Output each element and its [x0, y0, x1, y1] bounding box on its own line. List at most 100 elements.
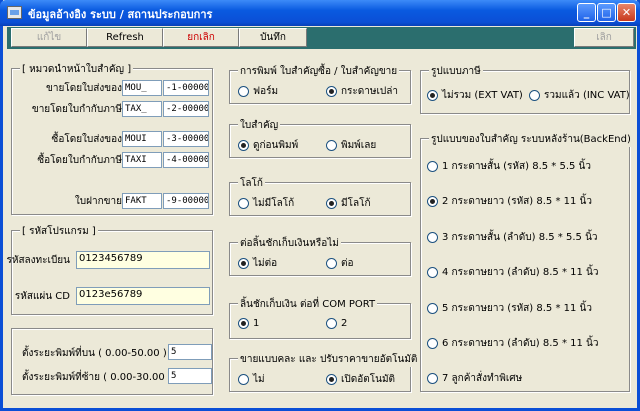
sales-delivery-code-field[interactable]: MOU_ — [122, 80, 162, 96]
drawer-no-radio[interactable]: ไม่ต่อ — [238, 256, 277, 271]
backend-format-1-radio-dot[interactable] — [427, 161, 438, 172]
purchase-delivery-number-field[interactable]: -3-000001 — [163, 131, 209, 147]
no-logo-radio[interactable]: ไม่มีโลโก้ — [238, 196, 294, 211]
print-document-group: การพิมพ์ ใบสำคัญซื้อ / ใบสำคัญขาย ฟอร์ม … — [229, 64, 411, 104]
save-button[interactable]: บันทึก — [239, 28, 307, 47]
print-immediately-radio[interactable]: พิมพ์เลย — [326, 138, 376, 153]
print-form-radio-dot[interactable] — [238, 86, 249, 97]
with-logo-label: มีโลโก้ — [341, 198, 371, 209]
backend-format-4-label: 4 กระดาษยาว (ลำดับ) 8.5 * 11 นิ้ว — [442, 267, 599, 278]
purchase-delivery-label: ซื้อโดยใบส่งของ — [51, 134, 122, 145]
print-form-radio[interactable]: ฟอร์ม — [238, 84, 278, 99]
registration-code-field[interactable]: 0123456789 — [76, 251, 210, 269]
purchase-tax-code-field[interactable]: TAXI — [122, 152, 162, 168]
backend-format-3-radio-dot[interactable] — [427, 232, 438, 243]
with-logo-radio-dot[interactable] — [326, 198, 337, 209]
top-margin-field[interactable]: 5 — [168, 344, 212, 360]
backend-format-2-radio-dot[interactable] — [427, 196, 438, 207]
backend-format-7-radio-dot[interactable] — [427, 373, 438, 384]
auto-price-off-radio-dot[interactable] — [238, 374, 249, 385]
print-immediately-label: พิมพ์เลย — [341, 140, 377, 151]
left-margin-label: ตั้งระยะพิมพ์ที่ซ้าย ( 0.00-30.00 ) — [22, 372, 172, 383]
purchase-delivery-code-field[interactable]: MOUI — [122, 131, 162, 147]
com-port-2-radio-dot[interactable] — [326, 318, 337, 329]
backend-format-6-radio-dot[interactable] — [427, 338, 438, 349]
drawer-yes-label: ต่อ — [341, 258, 354, 269]
backend-format-5-radio[interactable]: 5 กระดาษยาว (รหัส) 8.5 * 11 นิ้ว — [427, 301, 592, 316]
minimize-button[interactable]: _ — [577, 3, 596, 22]
drawer-no-radio-dot[interactable] — [238, 258, 249, 269]
edit-button[interactable]: แก้ไข — [11, 28, 87, 47]
voucher-group-title: ใบสำคัญ — [238, 118, 281, 133]
refresh-button[interactable]: Refresh — [87, 28, 163, 47]
com-port-2-radio[interactable]: 2 — [326, 318, 347, 329]
cd-code-field[interactable]: 0123e56789 — [76, 287, 210, 305]
cancel-button[interactable]: ยกเลิก — [163, 28, 239, 47]
cd-code-label: รหัสแผ่น CD — [14, 291, 70, 302]
backend-format-7-label: 7 ลูกค้าสั่งทำพิเศษ — [442, 373, 523, 384]
program-code-group-title: [ รหัสโปรแกรม ] — [20, 224, 98, 239]
backend-format-6-radio[interactable]: 6 กระดาษยาว (ลำดับ) 8.5 * 11 นิ้ว — [427, 336, 599, 351]
no-logo-radio-dot[interactable] — [238, 198, 249, 209]
com-port-2-label: 2 — [341, 318, 348, 329]
auto-price-on-radio[interactable]: เปิดอัตโนมัติ — [326, 372, 395, 387]
sales-delivery-label: ขายโดยใบส่งของ — [46, 83, 122, 94]
auto-price-on-label: เปิดอัตโนมัติ — [341, 374, 396, 385]
window-title: ข้อมูลอ้างอิง ระบบ / สถานประกอบการ — [28, 8, 213, 21]
consignment-label: ใบฝากขาย — [74, 196, 122, 207]
backend-format-7-radio[interactable]: 7 ลูกค้าสั่งทำพิเศษ — [427, 371, 522, 386]
com-port-group: ลิ้นชักเก็บเงิน ต่อที่ COM PORT 1 2 — [229, 297, 411, 339]
tax-group: รูปแบบภาษี ไม่รวม (EXT VAT) รวมแล้ว (INC… — [420, 64, 630, 114]
tax-exclusive-radio[interactable]: ไม่รวม (EXT VAT) — [427, 88, 523, 103]
with-logo-radio[interactable]: มีโลโก้ — [326, 196, 371, 211]
sales-tax-number-field[interactable]: -2-000001 — [163, 101, 209, 117]
toolbar: แก้ไข Refresh ยกเลิก บันทึก เลิก — [7, 27, 636, 49]
backend-format-group-title: รูปแบบของใบสำคัญ ระบบหลังร้าน(BackEnd) — [429, 132, 633, 147]
title-bar[interactable]: ข้อมูลอ้างอิง ระบบ / สถานประกอบการ _ □ ✕ — [0, 0, 640, 26]
exit-button[interactable]: เลิก — [574, 28, 634, 47]
tax-exclusive-radio-dot[interactable] — [427, 90, 438, 101]
auto-price-on-radio-dot[interactable] — [326, 374, 337, 385]
tax-inclusive-radio[interactable]: รวมแล้ว (INC VAT) — [529, 88, 630, 103]
consignment-code-field[interactable]: FAKT — [122, 193, 162, 209]
backend-format-4-radio-dot[interactable] — [427, 267, 438, 278]
drawer-no-label: ไม่ต่อ — [253, 258, 278, 269]
drawer-yes-radio-dot[interactable] — [326, 258, 337, 269]
consignment-number-field[interactable]: -9-000001 — [163, 193, 209, 209]
logo-group: โลโก้ ไม่มีโลโก้ มีโลโก้ — [229, 176, 411, 216]
backend-format-6-label: 6 กระดาษยาว (ลำดับ) 8.5 * 11 นิ้ว — [442, 338, 599, 349]
left-margin-field[interactable]: 5 — [168, 368, 212, 384]
backend-format-5-radio-dot[interactable] — [427, 303, 438, 314]
com-port-1-radio-dot[interactable] — [238, 318, 249, 329]
maximize-button[interactable]: □ — [597, 3, 616, 22]
auto-price-off-label: ไม่ — [253, 374, 265, 385]
auto-price-off-radio[interactable]: ไม่ — [238, 372, 265, 387]
sales-tax-code-field[interactable]: TAX_ — [122, 101, 162, 117]
app-window-icon — [7, 6, 22, 19]
backend-format-4-radio[interactable]: 4 กระดาษยาว (ลำดับ) 8.5 * 11 นิ้ว — [427, 265, 599, 280]
print-blank-paper-radio-dot[interactable] — [326, 86, 337, 97]
close-button[interactable]: ✕ — [617, 3, 636, 22]
backend-format-1-radio[interactable]: 1 กระดาษสั้น (รหัส) 8.5 * 5.5 นิ้ว — [427, 159, 591, 174]
backend-format-2-radio[interactable]: 2 กระดาษยาว (รหัส) 8.5 * 11 นิ้ว — [427, 194, 592, 209]
purchase-tax-number-field[interactable]: -4-000001 — [163, 152, 209, 168]
print-immediately-radio-dot[interactable] — [326, 140, 337, 151]
sales-tax-invoice-label: ขายโดยใบกำกับภาษี — [31, 104, 122, 115]
tax-inclusive-label: รวมแล้ว (INC VAT) — [544, 90, 630, 101]
voucher-group: ใบสำคัญ ดูก่อนพิมพ์ พิมพ์เลย — [229, 118, 411, 158]
preview-before-print-radio-dot[interactable] — [238, 140, 249, 151]
backend-format-3-radio[interactable]: 3 กระดาษสั้น (ลำดับ) 8.5 * 5.5 นิ้ว — [427, 230, 598, 245]
com-port-1-radio[interactable]: 1 — [238, 318, 259, 329]
preview-before-print-radio[interactable]: ดูก่อนพิมพ์ — [238, 138, 298, 153]
backend-format-1-label: 1 กระดาษสั้น (รหัส) 8.5 * 5.5 นิ้ว — [442, 161, 591, 172]
print-form-label: ฟอร์ม — [253, 86, 279, 97]
no-logo-label: ไม่มีโลโก้ — [253, 198, 295, 209]
sales-delivery-number-field[interactable]: -1-000001 — [163, 80, 209, 96]
tax-inclusive-radio-dot[interactable] — [529, 90, 540, 101]
com-port-1-label: 1 — [253, 318, 260, 329]
print-blank-paper-label: กระดาษเปล่า — [341, 86, 399, 97]
print-blank-paper-radio[interactable]: กระดาษเปล่า — [326, 84, 398, 99]
top-margin-label: ตั้งระยะพิมพ์ที่บน ( 0.00-50.00 ) — [22, 348, 167, 359]
auto-price-group-title: ขายแบบคละ และ ปรับราคาขายอัตโนมัติ — [238, 352, 420, 367]
drawer-yes-radio[interactable]: ต่อ — [326, 256, 354, 271]
